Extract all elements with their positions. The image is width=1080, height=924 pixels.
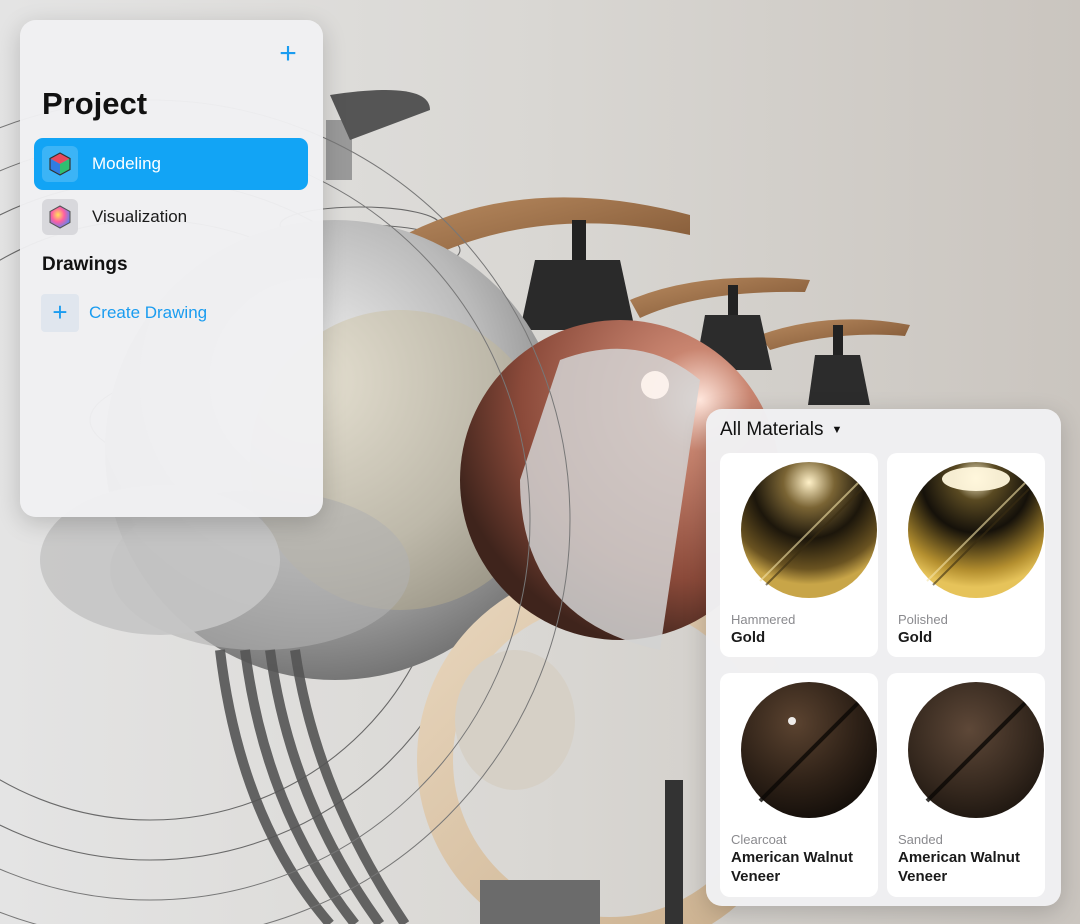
color-hexagon-icon [42,199,78,235]
material-name: Gold [898,629,933,646]
caret-down-icon: ▼ [831,424,843,436]
materials-filter-dropdown[interactable]: All Materials ▼ [720,415,842,445]
materials-panel: All Materials ▼ Hammered Gold Polished G… [706,409,1061,906]
sidebar-item-visualization[interactable]: Visualization [34,191,308,243]
material-swatch-hammered-gold [741,462,877,598]
create-drawing-button[interactable]: + Create Drawing [41,294,207,332]
material-swatch-sanded-walnut [908,682,1044,818]
material-finish: Hammered [731,612,796,627]
material-finish: Clearcoat [731,832,787,847]
sidebar-item-label: Modeling [92,154,161,173]
material-card-sanded-american-walnut-veneer[interactable]: Sanded American Walnut Veneer [887,673,1045,897]
page-title: Project [42,86,148,121]
drawings-heading: Drawings [42,254,128,275]
material-card-hammered-gold[interactable]: Hammered Gold [720,453,878,657]
sidebar-item-modeling[interactable]: Modeling [34,138,308,190]
add-project-button[interactable]: + [275,39,301,69]
material-name: American Walnut Veneer [731,849,853,885]
materials-filter-label: All Materials [720,419,824,440]
material-swatch-clearcoat-walnut [741,682,877,818]
project-panel: + Project Modeling Visualization Drawing… [20,20,323,517]
material-finish: Sanded [898,832,943,847]
material-card-polished-gold[interactable]: Polished Gold [887,453,1045,657]
material-finish: Polished [898,612,948,627]
plus-icon: + [279,37,297,70]
create-drawing-label: Create Drawing [89,303,208,322]
cube-icon [42,146,78,182]
material-name: American Walnut Veneer [898,849,1020,885]
material-name: Gold [731,629,766,646]
plus-icon: + [41,294,79,332]
material-swatch-polished-gold [908,462,1044,598]
sidebar-item-label: Visualization [92,207,188,226]
material-card-clearcoat-american-walnut-veneer[interactable]: Clearcoat American Walnut Veneer [720,673,878,897]
